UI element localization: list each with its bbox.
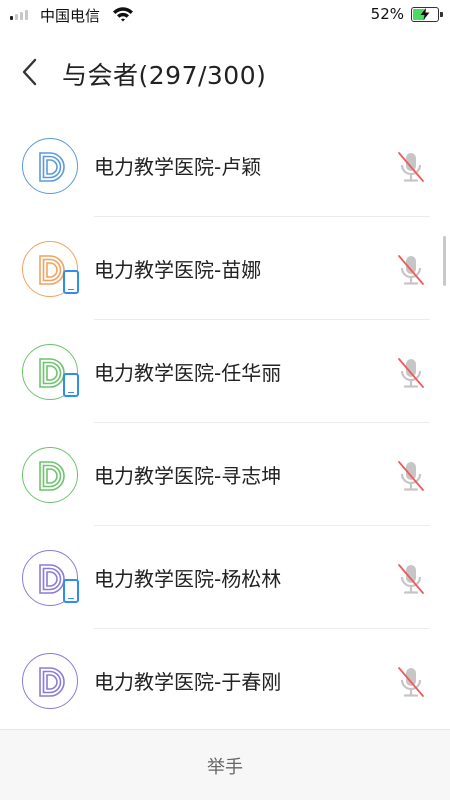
participant-row[interactable]: 电力教学医院-任华丽 [0, 320, 450, 423]
d-logo-icon [39, 667, 65, 697]
mic-muted-icon[interactable] [396, 150, 426, 184]
battery-percentage: 52% [370, 5, 404, 23]
participant-name: 电力教学医院-任华丽 [94, 361, 282, 385]
mobile-device-icon [63, 579, 79, 603]
avatar [22, 138, 78, 194]
scrollbar[interactable] [443, 236, 446, 286]
chevron-left-icon [22, 58, 37, 86]
avatar [22, 447, 78, 503]
mic-muted-icon[interactable] [396, 665, 426, 699]
mic-muted-icon[interactable] [396, 356, 426, 390]
avatar [22, 653, 78, 709]
participant-name: 电力教学医院-于春刚 [94, 670, 282, 694]
bottom-bar: 举手 [0, 729, 450, 800]
participant-name: 电力教学医院-卢颖 [94, 155, 262, 179]
mic-muted-icon[interactable] [396, 562, 426, 596]
participant-name: 电力教学医院-杨松林 [94, 567, 282, 591]
participant-row[interactable]: 电力教学医院-寻志坤 [0, 423, 450, 526]
raise-hand-button[interactable]: 举手 [0, 730, 450, 800]
d-logo-icon [39, 461, 65, 491]
participant-name: 电力教学医院-寻志坤 [94, 464, 282, 488]
status-bar: 中国电信 52% [0, 0, 450, 30]
carrier-name: 中国电信 [40, 7, 101, 25]
participant-row[interactable]: 电力教学医院-杨松林 [0, 526, 450, 629]
battery-icon [411, 7, 443, 22]
mic-muted-icon[interactable] [396, 253, 426, 287]
participant-row[interactable]: 电力教学医院-于春刚 [0, 629, 450, 729]
wifi-icon [112, 6, 134, 26]
nav-bar: 与会者(297/300) [0, 42, 450, 102]
mobile-device-icon [63, 270, 79, 294]
participant-row[interactable]: 电力教学医院-苗娜 [0, 217, 450, 320]
page-title: 与会者(297/300) [62, 61, 267, 90]
mic-muted-icon[interactable] [396, 459, 426, 493]
participant-list[interactable]: 电力教学医院-卢颖 电力教学医院-苗娜 电力教学医院-任华丽 电力教学医院-寻志坤 电力… [0, 114, 450, 729]
back-button[interactable] [15, 54, 45, 90]
participant-name: 电力教学医院-苗娜 [94, 258, 262, 282]
participant-row[interactable]: 电力教学医院-卢颖 [0, 114, 450, 217]
mobile-device-icon [63, 373, 79, 397]
d-logo-icon [39, 152, 65, 182]
signal-strength-icon [10, 8, 28, 20]
